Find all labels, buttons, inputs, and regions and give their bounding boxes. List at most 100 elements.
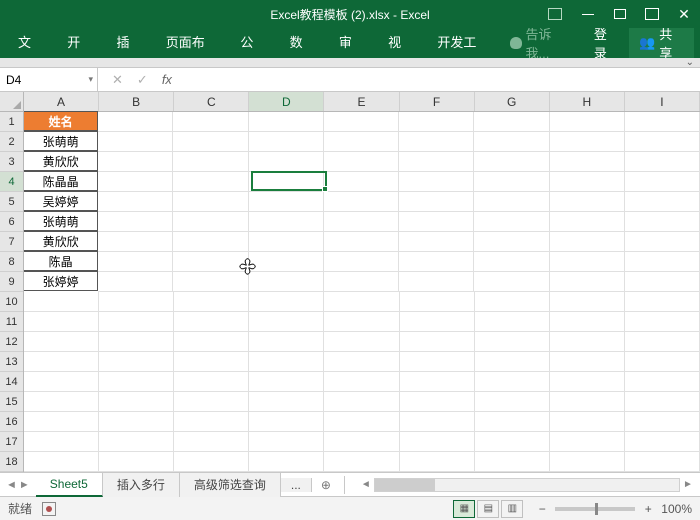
cell-G18[interactable] (475, 452, 550, 472)
cell-I11[interactable] (625, 312, 700, 332)
tab-formulas[interactable]: 公式 (228, 28, 277, 58)
cell-I5[interactable] (625, 192, 700, 212)
cell-G17[interactable] (475, 432, 550, 452)
row-header-1[interactable]: 1 (0, 112, 23, 132)
cell-E6[interactable] (324, 212, 399, 232)
macro-record-icon[interactable] (42, 502, 56, 516)
cell-H11[interactable] (550, 312, 625, 332)
cell-I18[interactable] (625, 452, 700, 472)
cell-E13[interactable] (324, 352, 399, 372)
scroll-left-icon[interactable]: ◄ (358, 479, 374, 490)
cell-H17[interactable] (550, 432, 625, 452)
cell-H13[interactable] (550, 352, 625, 372)
cell-E16[interactable] (324, 412, 399, 432)
cell-G1[interactable] (474, 112, 549, 132)
cell-B2[interactable] (98, 132, 173, 152)
cell-B13[interactable] (99, 352, 174, 372)
cell-A3[interactable]: 黄欣欣 (24, 151, 98, 171)
cell-I9[interactable] (625, 272, 700, 292)
cell-G14[interactable] (475, 372, 550, 392)
cell-F18[interactable] (400, 452, 475, 472)
cell-B7[interactable] (98, 232, 173, 252)
cell-B18[interactable] (99, 452, 174, 472)
cell-C3[interactable] (173, 152, 248, 172)
cell-B17[interactable] (99, 432, 174, 452)
cell-A16[interactable] (24, 412, 99, 432)
name-box[interactable]: D4 ▾ (0, 68, 98, 91)
tab-page-layout[interactable]: 页面布局 (154, 28, 229, 58)
tab-nav-next-icon[interactable]: ► (19, 479, 30, 491)
cell-C5[interactable] (173, 192, 248, 212)
cell-C18[interactable] (174, 452, 249, 472)
cell-C6[interactable] (173, 212, 248, 232)
cell-A9[interactable]: 张婷婷 (24, 271, 98, 291)
restore-button[interactable] (604, 0, 636, 28)
cell-E8[interactable] (324, 252, 399, 272)
cell-E12[interactable] (324, 332, 399, 352)
tab-data[interactable]: 数据 (278, 28, 327, 58)
cell-B12[interactable] (99, 332, 174, 352)
cell-F4[interactable] (399, 172, 474, 192)
cell-C16[interactable] (174, 412, 249, 432)
cell-I17[interactable] (625, 432, 700, 452)
cell-D11[interactable] (249, 312, 324, 332)
row-header-14[interactable]: 14 (0, 372, 23, 392)
cell-C7[interactable] (173, 232, 248, 252)
cell-I3[interactable] (625, 152, 700, 172)
cell-A8[interactable]: 陈晶 (24, 251, 98, 271)
cell-A13[interactable] (24, 352, 99, 372)
row-header-3[interactable]: 3 (0, 152, 23, 172)
cell-C14[interactable] (174, 372, 249, 392)
cell-D9[interactable] (249, 272, 324, 292)
row-header-9[interactable]: 9 (0, 272, 23, 292)
horizontal-scrollbar[interactable]: ◄ ► (354, 478, 700, 492)
cell-I16[interactable] (625, 412, 700, 432)
cell-F11[interactable] (400, 312, 475, 332)
cell-A14[interactable] (24, 372, 99, 392)
cell-D5[interactable] (249, 192, 324, 212)
tab-more[interactable]: ... (281, 478, 312, 492)
cell-H6[interactable] (550, 212, 625, 232)
view-normal-icon[interactable]: ▦ (453, 500, 475, 518)
name-box-dropdown-icon[interactable]: ▾ (88, 74, 93, 85)
cell-A17[interactable] (24, 432, 99, 452)
sheet-tab[interactable]: 插入多行 (103, 473, 180, 497)
share-button[interactable]: 👥 共享 (629, 24, 694, 62)
cell-C12[interactable] (174, 332, 249, 352)
cell-H18[interactable] (550, 452, 625, 472)
cell-G9[interactable] (474, 272, 549, 292)
row-header-5[interactable]: 5 (0, 192, 23, 212)
cell-I8[interactable] (625, 252, 700, 272)
cell-E14[interactable] (324, 372, 399, 392)
view-page-layout-icon[interactable]: ▤ (477, 500, 499, 518)
cell-H2[interactable] (550, 132, 625, 152)
cell-I15[interactable] (625, 392, 700, 412)
cell-F8[interactable] (399, 252, 474, 272)
cell-F1[interactable] (399, 112, 474, 132)
row-header-18[interactable]: 18 (0, 452, 23, 472)
ribbon-options-icon[interactable] (540, 0, 570, 28)
cell-E10[interactable] (324, 292, 399, 312)
col-header-H[interactable]: H (550, 92, 625, 111)
cell-A5[interactable]: 吴婷婷 (24, 191, 98, 211)
cancel-icon[interactable]: ✕ (112, 72, 123, 88)
cell-B1[interactable] (98, 112, 173, 132)
cell-E2[interactable] (324, 132, 399, 152)
cell-D17[interactable] (249, 432, 324, 452)
cell-F6[interactable] (399, 212, 474, 232)
cell-C17[interactable] (174, 432, 249, 452)
cell-I1[interactable] (625, 112, 700, 132)
cell-E18[interactable] (324, 452, 399, 472)
cell-H4[interactable] (550, 172, 625, 192)
tab-file[interactable]: 文件 (6, 28, 55, 58)
zoom-pct[interactable]: 100% (661, 502, 692, 516)
cell-B9[interactable] (98, 272, 173, 292)
scroll-track[interactable] (374, 478, 680, 492)
cell-G16[interactable] (475, 412, 550, 432)
cell-G5[interactable] (474, 192, 549, 212)
cell-H3[interactable] (550, 152, 625, 172)
cell-A18[interactable] (24, 452, 99, 472)
row-header-12[interactable]: 12 (0, 332, 23, 352)
cell-G4[interactable] (474, 172, 549, 192)
tab-view[interactable]: 视图 (376, 28, 425, 58)
